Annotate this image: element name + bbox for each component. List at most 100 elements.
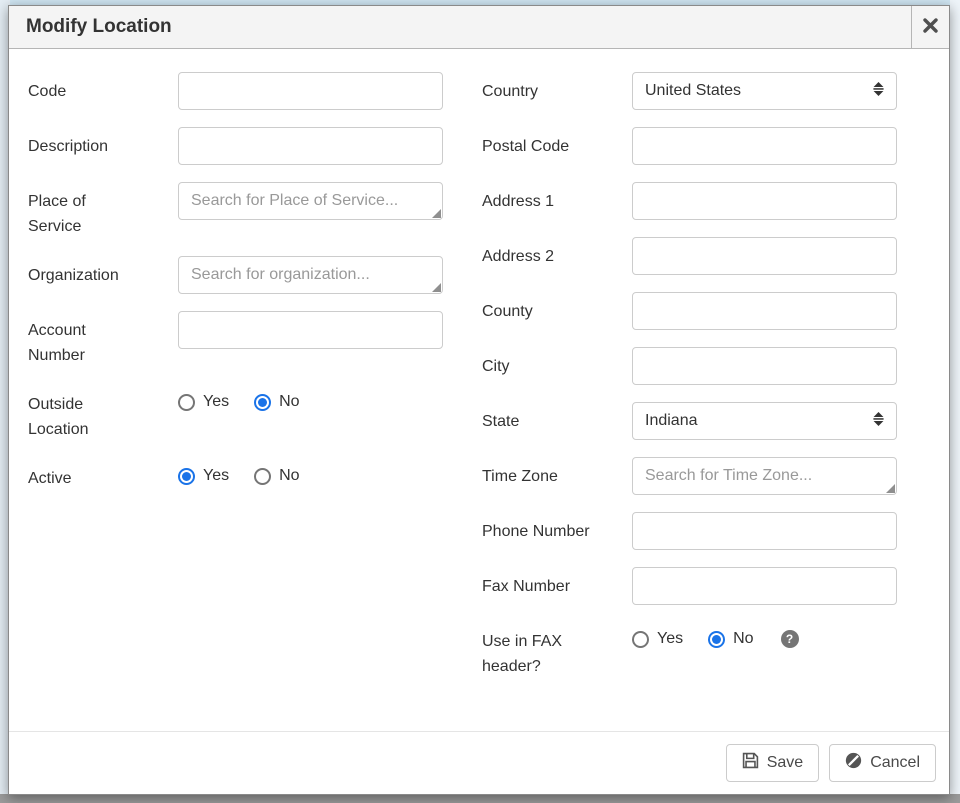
- floppy-disk-icon: [742, 752, 759, 774]
- background-right-strip: [950, 0, 960, 803]
- form-row-state: State Indiana: [482, 402, 897, 440]
- address-1-input[interactable]: [632, 182, 897, 220]
- cancel-button[interactable]: Cancel: [829, 744, 936, 782]
- form-row-time-zone: Time Zone: [482, 457, 897, 495]
- modal-body: Code Description Place of Service Organizat…: [9, 49, 949, 731]
- outside-location-radio-no[interactable]: No: [254, 393, 299, 411]
- field-control-account-number: [178, 311, 443, 349]
- active-radio-group: Yes No: [178, 459, 443, 485]
- country-select[interactable]: United States: [632, 72, 897, 110]
- place-of-service-search-input[interactable]: [178, 182, 443, 220]
- field-label-postal-code: Postal Code: [482, 127, 632, 159]
- time-zone-search-input[interactable]: [632, 457, 897, 495]
- form-row-fax-number: Fax Number: [482, 567, 897, 605]
- field-control-postal-code: [632, 127, 897, 165]
- radio-circle-icon: [178, 468, 195, 485]
- form-row-address-2: Address 2: [482, 237, 897, 275]
- field-label-time-zone: Time Zone: [482, 457, 632, 489]
- outside-location-radio-label-no: No: [279, 393, 299, 411]
- form-column-right: Country United States Postal Code Address 1…: [482, 72, 897, 731]
- form-row-city: City: [482, 347, 897, 385]
- field-label-state: State: [482, 402, 632, 434]
- modify-location-modal: Modify Location Code Description Place of …: [8, 5, 950, 795]
- county-input[interactable]: [632, 292, 897, 330]
- use-in-fax-header-radio-group: Yes No?: [632, 622, 897, 648]
- question-circle-icon[interactable]: ?: [781, 630, 799, 648]
- field-label-code: Code: [28, 72, 178, 104]
- field-control-organization: [178, 256, 443, 294]
- form-column-left: Code Description Place of Service Organizat…: [28, 72, 443, 731]
- field-label-fax-number: Fax Number: [482, 567, 632, 599]
- modal-title: Modify Location: [9, 6, 911, 48]
- field-label-address-2: Address 2: [482, 237, 632, 269]
- field-control-state: Indiana: [632, 402, 897, 440]
- form-row-outside-location: Outside Location Yes No: [28, 385, 443, 442]
- code-input[interactable]: [178, 72, 443, 110]
- modal-footer: Save Cancel: [9, 731, 949, 794]
- address-2-input[interactable]: [632, 237, 897, 275]
- field-label-address-1: Address 1: [482, 182, 632, 214]
- field-control-outside-location: Yes No: [178, 385, 443, 411]
- use-in-fax-header-radio-no[interactable]: No: [708, 630, 753, 648]
- organization-search-input[interactable]: [178, 256, 443, 294]
- field-control-country: United States: [632, 72, 897, 110]
- postal-code-input[interactable]: [632, 127, 897, 165]
- active-radio-yes[interactable]: Yes: [178, 467, 229, 485]
- form-row-country: Country United States: [482, 72, 897, 110]
- form-row-account-number: Account Number: [28, 311, 443, 368]
- country-select-value: United States: [645, 82, 741, 100]
- modal-header: Modify Location: [9, 6, 949, 49]
- radio-circle-icon: [254, 468, 271, 485]
- cancel-button-label: Cancel: [870, 754, 920, 772]
- field-label-active: Active: [28, 459, 178, 491]
- state-select-value: Indiana: [645, 412, 698, 430]
- up-down-arrows-icon: [865, 412, 884, 431]
- form-row-code: Code: [28, 72, 443, 110]
- field-label-country: Country: [482, 72, 632, 104]
- field-label-use-in-fax-header: Use in FAX header?: [482, 622, 632, 679]
- radio-circle-icon: [632, 631, 649, 648]
- phone-number-input[interactable]: [632, 512, 897, 550]
- field-control-use-in-fax-header: Yes No?: [632, 622, 897, 648]
- city-input[interactable]: [632, 347, 897, 385]
- radio-circle-icon: [178, 394, 195, 411]
- fax-number-input[interactable]: [632, 567, 897, 605]
- form-row-place-of-service: Place of Service: [28, 182, 443, 239]
- use-in-fax-header-radio-label-yes: Yes: [657, 630, 683, 648]
- field-control-time-zone: [632, 457, 897, 495]
- field-label-description: Description: [28, 127, 178, 159]
- field-label-account-number: Account Number: [28, 311, 178, 368]
- field-label-organization: Organization: [28, 256, 178, 288]
- close-button[interactable]: [911, 6, 949, 48]
- save-button[interactable]: Save: [726, 744, 819, 782]
- up-down-arrows-icon: [865, 82, 884, 101]
- field-label-outside-location: Outside Location: [28, 385, 178, 442]
- background-bottom-strip: [0, 794, 960, 803]
- active-radio-label-yes: Yes: [203, 467, 229, 485]
- field-label-phone-number: Phone Number: [482, 512, 632, 544]
- outside-location-radio-yes[interactable]: Yes: [178, 393, 229, 411]
- radio-circle-icon: [708, 631, 725, 648]
- form-row-postal-code: Postal Code: [482, 127, 897, 165]
- form-row-phone-number: Phone Number: [482, 512, 897, 550]
- field-control-description: [178, 127, 443, 165]
- field-control-county: [632, 292, 897, 330]
- state-select[interactable]: Indiana: [632, 402, 897, 440]
- account-number-input[interactable]: [178, 311, 443, 349]
- field-control-place-of-service: [178, 182, 443, 220]
- outside-location-radio-label-yes: Yes: [203, 393, 229, 411]
- use-in-fax-header-radio-yes[interactable]: Yes: [632, 630, 683, 648]
- field-label-city: City: [482, 347, 632, 379]
- active-radio-no[interactable]: No: [254, 467, 299, 485]
- active-radio-label-no: No: [279, 467, 299, 485]
- form-row-address-1: Address 1: [482, 182, 897, 220]
- description-input[interactable]: [178, 127, 443, 165]
- close-icon: [923, 18, 938, 36]
- radio-circle-icon: [254, 394, 271, 411]
- ban-circle-icon: [845, 752, 862, 774]
- field-label-place-of-service: Place of Service: [28, 182, 178, 239]
- form-row-active: Active Yes No: [28, 459, 443, 491]
- form-row-organization: Organization: [28, 256, 443, 294]
- save-button-label: Save: [767, 754, 803, 772]
- use-in-fax-header-radio-label-no: No: [733, 630, 753, 648]
